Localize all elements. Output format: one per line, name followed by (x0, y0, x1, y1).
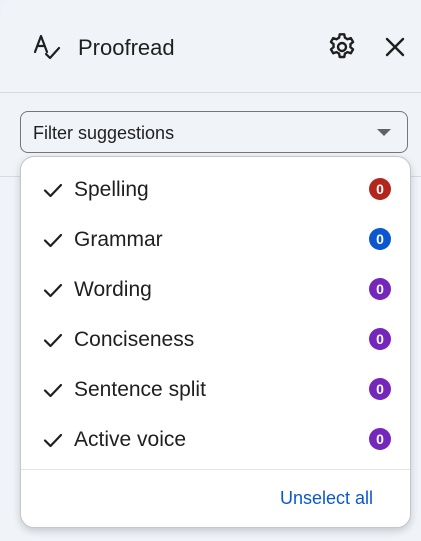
filter-label: Filter suggestions (33, 123, 175, 143)
panel-header: Proofread (0, 0, 421, 93)
unselect-all-button[interactable]: Unselect all (280, 487, 373, 509)
option-label: Conciseness (74, 328, 195, 351)
dropdown-caret-icon (377, 129, 391, 136)
checkmark-icon (43, 283, 63, 298)
filter-suggestions-dropdown[interactable]: Filter suggestions (20, 111, 408, 153)
option-label: Wording (74, 278, 152, 301)
option-wording[interactable]: Wording 0 (21, 265, 410, 315)
option-label: Grammar (74, 228, 163, 251)
option-label: Active voice (74, 428, 187, 451)
option-conciseness[interactable]: Conciseness 0 (21, 315, 410, 365)
count-badge: 0 (369, 278, 391, 300)
option-spelling[interactable]: Spelling 0 (21, 165, 410, 215)
checkmark-icon (43, 383, 63, 398)
panel-title: Proofread (78, 35, 175, 60)
close-icon[interactable] (380, 32, 410, 62)
proofread-panel: Proofread Filter suggestions Spelling 0 … (0, 0, 421, 541)
menu-divider (21, 469, 410, 470)
count-badge: 0 (369, 178, 391, 200)
option-grammar[interactable]: Grammar 0 (21, 215, 410, 265)
option-label: Spelling (74, 178, 149, 201)
filter-menu: Spelling 0 Grammar 0 Wording 0 Concisene… (20, 156, 411, 528)
count-badge: 0 (369, 228, 391, 250)
settings-gear-icon[interactable] (326, 31, 358, 63)
checkmark-icon (43, 333, 63, 348)
count-badge: 0 (369, 328, 391, 350)
checkmark-icon (43, 183, 63, 198)
option-sentence-split[interactable]: Sentence split 0 (21, 365, 410, 415)
option-active-voice[interactable]: Active voice 0 (21, 415, 410, 465)
checkmark-icon (43, 433, 63, 448)
spellcheck-icon (33, 34, 61, 60)
count-badge: 0 (369, 428, 391, 450)
count-badge: 0 (369, 378, 391, 400)
option-label: Sentence split (74, 378, 206, 401)
checkmark-icon (43, 233, 63, 248)
